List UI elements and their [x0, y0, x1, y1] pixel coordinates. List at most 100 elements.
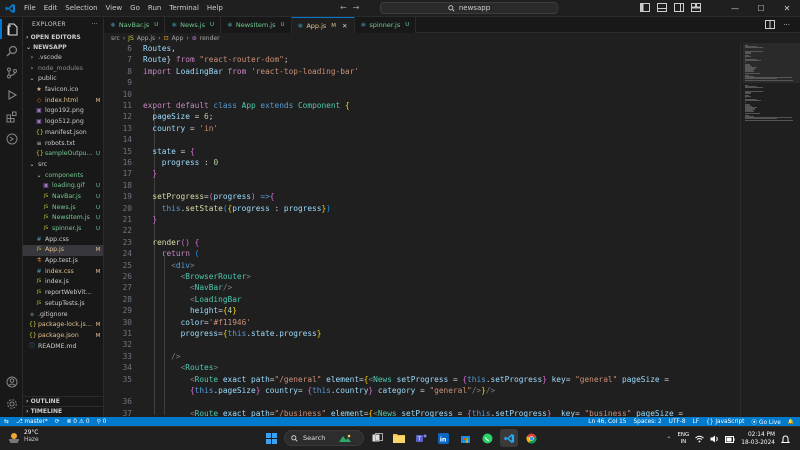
tree-item[interactable]: {}sampleOutput.j...U: [23, 149, 103, 160]
menu-view[interactable]: View: [102, 0, 127, 17]
go-live-button[interactable]: ⦿ Go Live: [751, 417, 780, 426]
menu-go[interactable]: Go: [126, 0, 144, 17]
extensions-icon[interactable]: [0, 107, 23, 127]
close-window-button[interactable]: ✕: [774, 0, 800, 17]
tree-item[interactable]: ⌄ public: [23, 74, 103, 85]
tab-news-js[interactable]: ⚛ News.js U: [165, 17, 222, 33]
tree-item[interactable]: ≡ robots.txt: [23, 139, 103, 150]
clock[interactable]: 02:14 PM 18-03-2024: [741, 431, 775, 447]
tree-item[interactable]: › .vscode: [23, 53, 103, 64]
tree-item[interactable]: JS setupTests.js: [23, 299, 103, 310]
explorer-icon[interactable]: [0, 19, 23, 39]
tree-item[interactable]: {} package.json M: [23, 331, 103, 342]
tray-chevron-up-icon[interactable]: ⌃: [666, 436, 671, 443]
ports-indicator[interactable]: ⚲ 0: [97, 419, 107, 425]
end-of-line[interactable]: LF: [693, 419, 700, 425]
run-debug-icon[interactable]: [0, 85, 23, 105]
close-tab-icon[interactable]: ✕: [342, 22, 347, 30]
code-editor[interactable]: 6 Routes, 7 Route} from "react-router-dom";…: [104, 43, 740, 417]
tree-item[interactable]: › node_modules: [23, 64, 103, 75]
manage-gear-icon[interactable]: [0, 394, 23, 414]
menu-file[interactable]: File: [20, 0, 40, 17]
tree-item[interactable]: JSreportWebVitals.js: [23, 288, 103, 299]
tree-item[interactable]: {} package-lock.json M: [23, 320, 103, 331]
windows-start-icon[interactable]: [262, 429, 280, 447]
project-section[interactable]: ⌄ NEWSAPP: [23, 43, 103, 53]
open-editors-section[interactable]: › OPEN EDITORS: [23, 33, 103, 43]
tree-item[interactable]: # App.css: [23, 235, 103, 246]
git-branch[interactable]: ⎇ master*: [16, 419, 48, 425]
teams-icon[interactable]: T: [412, 429, 430, 447]
menu-selection[interactable]: Selection: [61, 0, 101, 17]
tree-item[interactable]: ⌄ components: [23, 171, 103, 182]
menu-edit[interactable]: Edit: [40, 0, 62, 17]
input-language[interactable]: ENG IN: [677, 432, 689, 446]
remote-indicator-icon[interactable]: ⇆: [4, 419, 9, 425]
toggle-secondary-sidebar-icon[interactable]: [674, 3, 684, 12]
linkedin-icon[interactable]: in: [434, 429, 452, 447]
minimize-button[interactable]: —: [722, 0, 748, 17]
forward-arrow-icon[interactable]: →: [353, 3, 360, 12]
breadcrumb-method[interactable]: render: [200, 35, 220, 42]
tree-item[interactable]: ▣ logo192.png: [23, 106, 103, 117]
wifi-icon[interactable]: [695, 435, 705, 443]
command-center-search[interactable]: newsapp: [380, 2, 558, 14]
breadcrumb-class[interactable]: App: [172, 35, 184, 42]
customize-layout-icon[interactable]: [691, 3, 701, 12]
menu-help[interactable]: Help: [203, 0, 227, 17]
tree-item[interactable]: ▣ loading.gif U: [23, 181, 103, 192]
tree-item[interactable]: ◇ index.html M: [23, 96, 103, 107]
task-view-icon[interactable]: [368, 429, 386, 447]
remote-explorer-icon[interactable]: [0, 129, 23, 149]
volume-icon[interactable]: [710, 435, 719, 443]
accounts-icon[interactable]: [0, 372, 23, 392]
tree-item[interactable]: ▣ logo512.png: [23, 117, 103, 128]
split-editor-icon[interactable]: [765, 20, 776, 29]
tree-item[interactable]: ◆ .gitignore: [23, 310, 103, 321]
source-control-icon[interactable]: [0, 63, 23, 83]
sync-icon[interactable]: ⟳: [55, 419, 60, 425]
menu-run[interactable]: Run: [144, 0, 165, 17]
encoding[interactable]: UTF-8: [669, 419, 686, 425]
file-explorer-icon[interactable]: [390, 429, 408, 447]
whatsapp-icon[interactable]: [478, 429, 496, 447]
indentation[interactable]: Spaces: 2: [633, 419, 661, 425]
breadcrumb-src[interactable]: src: [111, 35, 120, 42]
tree-item[interactable]: JS spinner.js U: [23, 224, 103, 235]
weather-widget[interactable]: 29°C Haze: [8, 430, 39, 444]
language-mode[interactable]: {} JavaScript: [706, 419, 744, 425]
toggle-panel-icon[interactable]: [657, 3, 667, 12]
taskbar-search-box[interactable]: Search: [284, 430, 364, 446]
tree-item[interactable]: ⌄ src: [23, 160, 103, 171]
tree-item[interactable]: JS index.js: [23, 277, 103, 288]
toggle-sidebar-icon[interactable]: [640, 3, 650, 12]
minimap[interactable]: [740, 43, 800, 417]
menu-terminal[interactable]: Terminal: [165, 0, 203, 17]
battery-icon[interactable]: [725, 435, 735, 443]
tab-navbar-js[interactable]: ⚛ NavBar.js U: [104, 17, 166, 33]
tab-spinner-js[interactable]: ⚛ spinner.js U: [354, 17, 417, 33]
more-actions-icon[interactable]: ···: [91, 17, 98, 33]
outline-section[interactable]: › OUTLINE: [23, 396, 103, 406]
tree-item[interactable]: JS NavBar.js U: [23, 192, 103, 203]
microsoft-store-icon[interactable]: [456, 429, 474, 447]
tree-item[interactable]: ⓘ README.md: [23, 342, 103, 353]
back-arrow-icon[interactable]: ←: [340, 3, 347, 12]
vscode-taskbar-icon[interactable]: [500, 429, 518, 447]
search-view-icon[interactable]: [0, 41, 23, 61]
maximize-button[interactable]: ☐: [748, 0, 774, 17]
chrome-icon[interactable]: [522, 429, 540, 447]
tab-app-js[interactable]: ⚛ App.js M ✕: [291, 17, 355, 33]
tree-item[interactable]: # index.css M: [23, 267, 103, 278]
tree-item[interactable]: {} manifest.json: [23, 128, 103, 139]
tree-item[interactable]: ★ favicon.ico: [23, 85, 103, 96]
breadcrumb-file[interactable]: App.js: [137, 35, 155, 42]
tree-item[interactable]: JS App.js M: [23, 245, 103, 257]
timeline-section[interactable]: › TIMELINE: [23, 406, 103, 416]
cursor-position[interactable]: Ln 46, Col 15: [588, 419, 626, 425]
notifications-bell-icon[interactable]: 🔔: [788, 419, 794, 425]
tab-newsitem-js[interactable]: ⚛ NewsItem.js U: [221, 17, 292, 33]
tree-item[interactable]: JS NewsItem.js U: [23, 213, 103, 224]
problems-indicator[interactable]: ⊗ 0 ⚠ 0: [67, 419, 90, 425]
tree-item[interactable]: JS News.js U: [23, 203, 103, 214]
